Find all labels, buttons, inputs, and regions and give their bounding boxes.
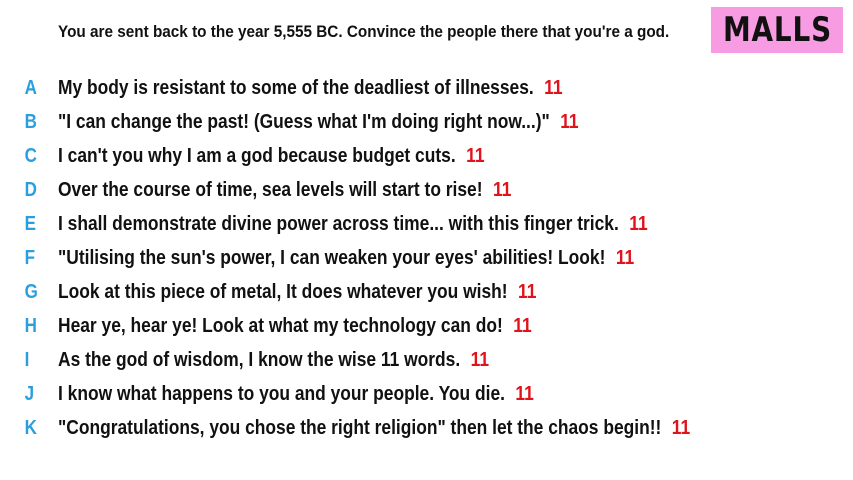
answer-text: Over the course of time, sea levels will… — [58, 178, 483, 201]
answer-letter: D — [24, 178, 37, 201]
answer-score: 11 — [466, 144, 485, 167]
prompt-text: You are sent back to the year 5,555 BC. … — [58, 22, 670, 41]
answer-text: My body is resistant to some of the dead… — [58, 76, 534, 99]
answer-body: I know what happens to you and your peop… — [58, 383, 534, 406]
answer-row: E I shall demonstrate divine power acros… — [0, 207, 853, 241]
answer-score: 11 — [544, 76, 563, 99]
answer-score: 11 — [615, 246, 635, 269]
answer-letter: F — [24, 246, 36, 269]
answer-body: "Congratulations, you chose the right re… — [58, 417, 690, 440]
answer-letter: C — [24, 144, 37, 167]
answer-letter: K — [24, 416, 37, 439]
answer-letter: A — [24, 76, 37, 99]
answer-letter: B — [24, 110, 37, 133]
answer-text: "Utilising the sun's power, I can weaken… — [58, 246, 606, 269]
answer-text: I can't you why I am a god because budge… — [58, 144, 456, 167]
answer-score: 11 — [470, 348, 490, 371]
answer-text: "Congratulations, you chose the right re… — [58, 416, 662, 439]
answer-text: I shall demonstrate divine power across … — [58, 212, 619, 235]
answer-letter: E — [24, 212, 36, 235]
answer-body: Look at this piece of metal, It does wha… — [58, 281, 536, 304]
answer-score: 11 — [560, 110, 579, 133]
answer-row: I As the god of wisdom, I know the wise … — [0, 343, 853, 377]
answer-score: 11 — [515, 382, 534, 405]
answer-row: K "Congratulations, you chose the right … — [0, 411, 853, 445]
answer-list: A My body is resistant to some of the de… — [0, 71, 853, 445]
logo-text: MALLS — [722, 10, 832, 50]
answer-body: My body is resistant to some of the dead… — [58, 77, 563, 100]
answer-row: D Over the course of time, sea levels wi… — [0, 173, 853, 207]
malls-logo: MALLS — [711, 7, 843, 53]
answer-letter: I — [24, 348, 30, 371]
answer-text: "I can change the past! (Guess what I'm … — [58, 110, 550, 133]
answer-body: "Utilising the sun's power, I can weaken… — [58, 247, 634, 270]
answer-letter: G — [24, 280, 38, 303]
answer-score: 11 — [671, 416, 691, 439]
answer-letter: H — [24, 314, 37, 337]
answer-score: 11 — [513, 314, 532, 337]
answer-row: B "I can change the past! (Guess what I'… — [0, 105, 853, 139]
answer-body: I can't you why I am a god because budge… — [58, 145, 485, 168]
answer-row: G Look at this piece of metal, It does w… — [0, 275, 853, 309]
answer-score: 11 — [629, 212, 648, 235]
answer-text: Hear ye, hear ye! Look at what my techno… — [58, 314, 503, 337]
answer-letter: J — [24, 382, 35, 405]
answer-score: 11 — [492, 178, 512, 201]
answer-body: "I can change the past! (Guess what I'm … — [58, 111, 579, 134]
answer-row: H Hear ye, hear ye! Look at what my tech… — [0, 309, 853, 343]
answer-score: 11 — [518, 280, 537, 303]
answer-body: Over the course of time, sea levels will… — [58, 179, 511, 202]
answer-text: I know what happens to you and your peop… — [58, 382, 505, 405]
answer-row: F "Utilising the sun's power, I can weak… — [0, 241, 853, 275]
answer-row: J I know what happens to you and your pe… — [0, 377, 853, 411]
answer-body: I shall demonstrate divine power across … — [58, 213, 648, 236]
answer-row: A My body is resistant to some of the de… — [0, 71, 853, 105]
answer-text: Look at this piece of metal, It does wha… — [58, 280, 508, 303]
answer-text: As the god of wisdom, I know the wise 11… — [58, 348, 461, 371]
answer-body: Hear ye, hear ye! Look at what my techno… — [58, 315, 532, 338]
answer-row: C I can't you why I am a god because bud… — [0, 139, 853, 173]
answer-body: As the god of wisdom, I know the wise 11… — [58, 349, 489, 372]
